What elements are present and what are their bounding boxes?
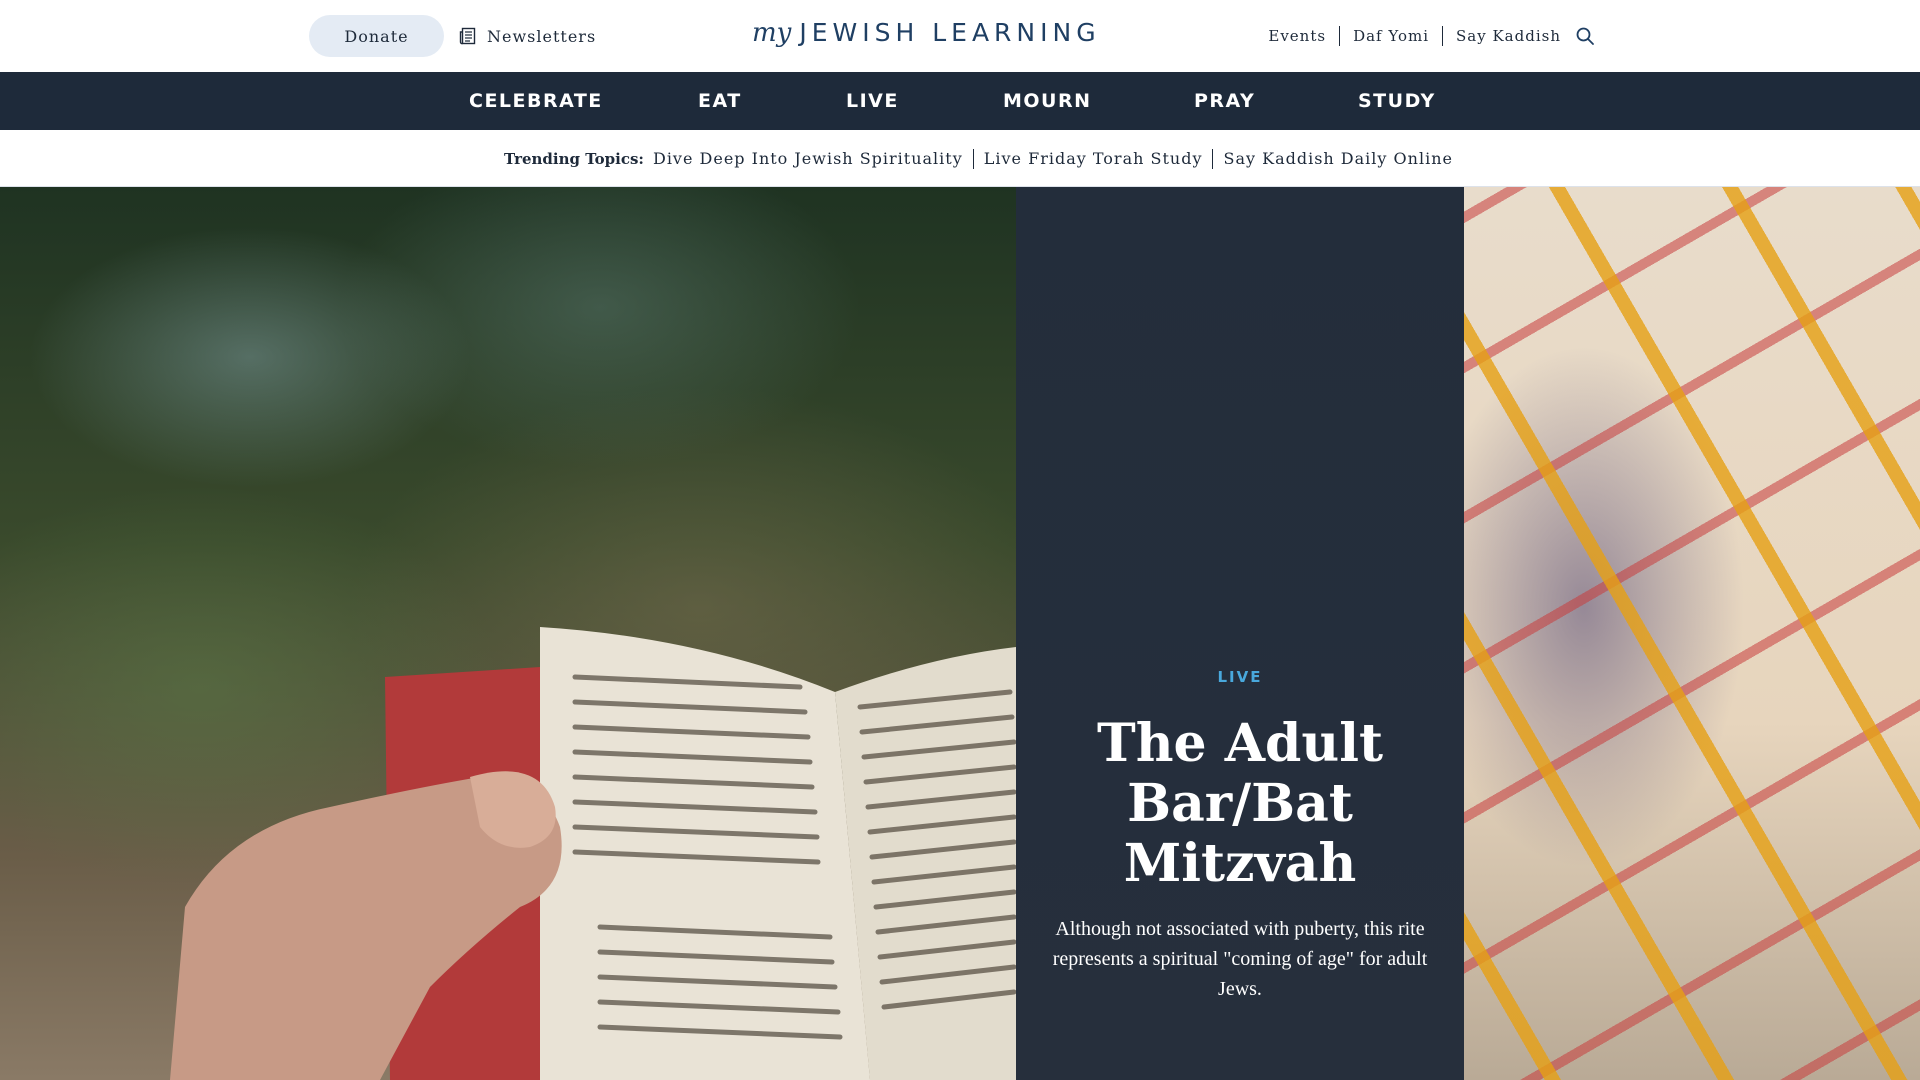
nav-item-live[interactable]: LIVE: [846, 72, 899, 130]
donate-button[interactable]: Donate: [309, 15, 444, 57]
main-navigation: CELEBRATE EAT LIVE MOURN PRAY STUDY: [0, 72, 1920, 130]
hero-feature-panel[interactable]: LIVE The Adult Bar/Bat Mitzvah Although …: [1016, 187, 1464, 1080]
site-logo[interactable]: my JEWISH LEARNING: [752, 18, 1101, 54]
hero-title[interactable]: The Adult Bar/Bat Mitzvah: [1016, 714, 1464, 894]
trending-topics-bar: Trending Topics: Dive Deep Into Jewish S…: [0, 130, 1920, 187]
nav-item-study[interactable]: STUDY: [1358, 72, 1436, 130]
newsletters-label: Newsletters: [487, 26, 597, 46]
nav-item-celebrate[interactable]: CELEBRATE: [469, 72, 603, 130]
trending-label: Trending Topics:: [504, 149, 644, 168]
events-link[interactable]: Events: [1268, 27, 1326, 45]
say-kaddish-link[interactable]: Say Kaddish: [1456, 27, 1561, 45]
daf-yomi-link[interactable]: Daf Yomi: [1353, 27, 1429, 45]
trending-link-torah-study[interactable]: Live Friday Torah Study: [984, 149, 1203, 168]
top-utility-bar: Donate Newsletters my JEWISH LEARNING Ev…: [0, 0, 1920, 72]
search-icon[interactable]: [1575, 26, 1595, 46]
hero-category-label[interactable]: LIVE: [1218, 668, 1263, 686]
divider: [1442, 26, 1444, 46]
hero-book-illustration: [170, 627, 1016, 1080]
nav-item-mourn[interactable]: MOURN: [1003, 72, 1092, 130]
trending-link-spirituality[interactable]: Dive Deep Into Jewish Spirituality: [653, 149, 963, 168]
hero-image-right[interactable]: [1464, 187, 1920, 1080]
nav-item-eat[interactable]: EAT: [698, 72, 742, 130]
trending-link-say-kaddish[interactable]: Say Kaddish Daily Online: [1223, 149, 1452, 168]
logo-main-text: JEWISH LEARNING: [799, 18, 1101, 47]
divider: [1212, 148, 1214, 169]
utility-links: Events Daf Yomi Say Kaddish: [1268, 22, 1595, 50]
newsletter-icon: [459, 27, 476, 45]
hero-panel-content: LIVE The Adult Bar/Bat Mitzvah Although …: [1016, 667, 1464, 1004]
hero-section: LIVE The Adult Bar/Bat Mitzvah Although …: [0, 187, 1920, 1080]
divider: [972, 148, 974, 169]
newsletters-link[interactable]: Newsletters: [459, 22, 596, 50]
nav-item-pray[interactable]: PRAY: [1194, 72, 1255, 130]
hero-image-left[interactable]: [0, 187, 1016, 1080]
logo-my-text: my: [752, 18, 792, 48]
divider: [1339, 26, 1341, 46]
hero-description: Although not associated with puberty, th…: [1052, 918, 1428, 1000]
